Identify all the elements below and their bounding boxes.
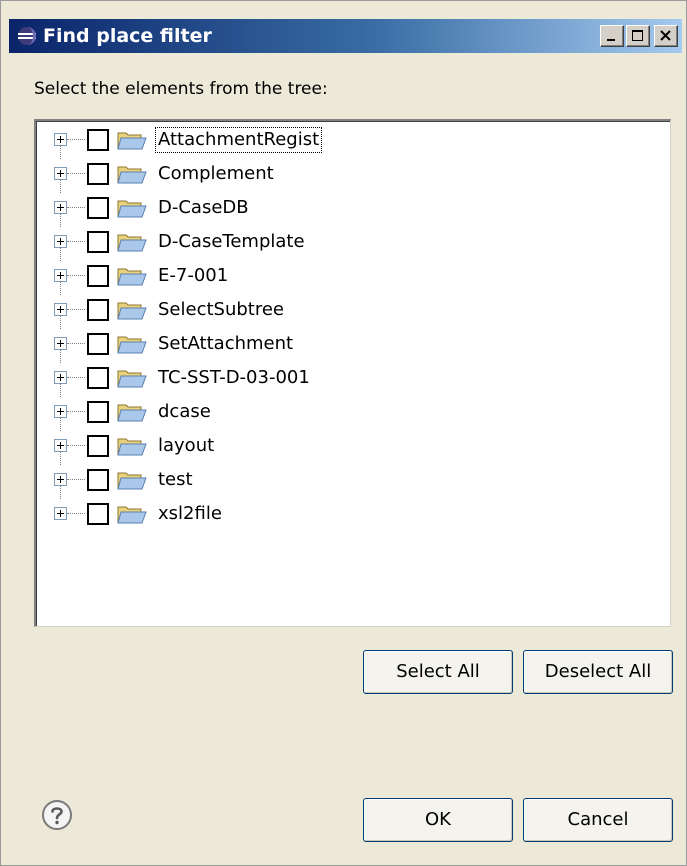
item-checkbox[interactable] <box>87 333 109 355</box>
window-title: Find place filter <box>43 25 212 47</box>
item-checkbox[interactable] <box>87 367 109 389</box>
folder-icon <box>117 435 147 459</box>
tree-item-label: SetAttachment <box>158 333 294 354</box>
tree-item-label: dcase <box>158 401 211 422</box>
eclipse-icon <box>17 26 37 46</box>
folder-icon <box>117 129 147 153</box>
tree-connector-line <box>67 445 85 446</box>
item-checkbox[interactable] <box>87 231 109 253</box>
tree-item[interactable]: xsl2file <box>36 497 670 531</box>
title-bar[interactable]: Find place filter <box>9 19 682 53</box>
folder-icon <box>117 265 147 289</box>
item-checkbox[interactable] <box>87 299 109 321</box>
item-checkbox[interactable] <box>87 469 109 491</box>
tree-connector-line <box>67 411 85 412</box>
tree-connector-line <box>67 275 85 276</box>
plus-expander-icon[interactable] <box>54 507 67 520</box>
tree-item[interactable]: D-CaseDB <box>36 191 670 227</box>
close-button[interactable] <box>654 25 678 47</box>
tree-item-label: test <box>158 469 193 490</box>
item-checkbox[interactable] <box>87 129 109 151</box>
tree-connector-line <box>67 207 85 208</box>
tree-item[interactable]: layout <box>36 429 670 465</box>
tree-item[interactable]: SelectSubtree <box>36 293 670 329</box>
select-all-label: Select All <box>396 661 480 682</box>
deselect-all-button[interactable]: Deselect All <box>523 650 673 694</box>
item-checkbox[interactable] <box>87 503 109 525</box>
tree-item-label: Complement <box>158 163 274 184</box>
cancel-label: Cancel <box>567 809 629 830</box>
item-checkbox[interactable] <box>87 435 109 457</box>
folder-icon <box>117 197 147 221</box>
close-icon <box>660 30 671 41</box>
tree-item[interactable]: SetAttachment <box>36 327 670 363</box>
item-checkbox[interactable] <box>87 265 109 287</box>
select-all-button[interactable]: Select All <box>363 650 513 694</box>
tree-item-label: D-CaseDB <box>158 197 249 218</box>
help-icon[interactable] <box>41 799 73 831</box>
tree-connector-line <box>67 309 85 310</box>
folder-icon <box>117 299 147 323</box>
minimize-icon <box>607 39 615 41</box>
tree-connector-line <box>67 479 85 480</box>
folder-icon <box>117 231 147 255</box>
maximize-button[interactable] <box>626 25 650 47</box>
tree-item-label: TC-SST-D-03-001 <box>158 367 310 388</box>
tree-connector-line <box>67 343 85 344</box>
maximize-icon <box>632 30 643 41</box>
tree-connector-line <box>67 173 85 174</box>
tree-item-label: AttachmentRegist <box>154 127 323 153</box>
deselect-all-label: Deselect All <box>544 661 652 682</box>
tree-item[interactable]: D-CaseTemplate <box>36 225 670 261</box>
tree-item[interactable]: AttachmentRegist <box>36 123 670 159</box>
cancel-button[interactable]: Cancel <box>523 798 673 842</box>
ok-button[interactable]: OK <box>363 798 513 842</box>
tree-item[interactable]: dcase <box>36 395 670 431</box>
tree-item[interactable]: test <box>36 463 670 499</box>
tree-item-label: xsl2file <box>158 503 222 524</box>
item-checkbox[interactable] <box>87 197 109 219</box>
ok-label: OK <box>425 809 451 830</box>
tree-item-label: layout <box>158 435 215 456</box>
tree-item[interactable]: Complement <box>36 157 670 193</box>
item-checkbox[interactable] <box>87 401 109 423</box>
item-checkbox[interactable] <box>87 163 109 185</box>
dialog-window: Find place filter Select the elements fr… <box>0 0 687 866</box>
folder-icon <box>117 469 147 493</box>
tree-connector-line <box>67 139 85 140</box>
folder-icon <box>117 367 147 391</box>
element-tree[interactable]: AttachmentRegist Complement D-CaseDB D-Case… <box>34 119 671 627</box>
folder-icon <box>117 503 147 527</box>
tree-connector-line <box>67 377 85 378</box>
tree-item-label: D-CaseTemplate <box>158 231 305 252</box>
tree-item-label: SelectSubtree <box>158 299 284 320</box>
tree-connector-line <box>67 513 85 514</box>
folder-icon <box>117 333 147 357</box>
tree-item[interactable]: TC-SST-D-03-001 <box>36 361 670 397</box>
instruction-label: Select the elements from the tree: <box>34 79 328 99</box>
folder-icon <box>117 163 147 187</box>
minimize-button[interactable] <box>600 25 624 47</box>
tree-item[interactable]: E-7-001 <box>36 259 670 295</box>
folder-icon <box>117 401 147 425</box>
tree-item-label: E-7-001 <box>158 265 229 286</box>
tree-connector-line <box>67 241 85 242</box>
